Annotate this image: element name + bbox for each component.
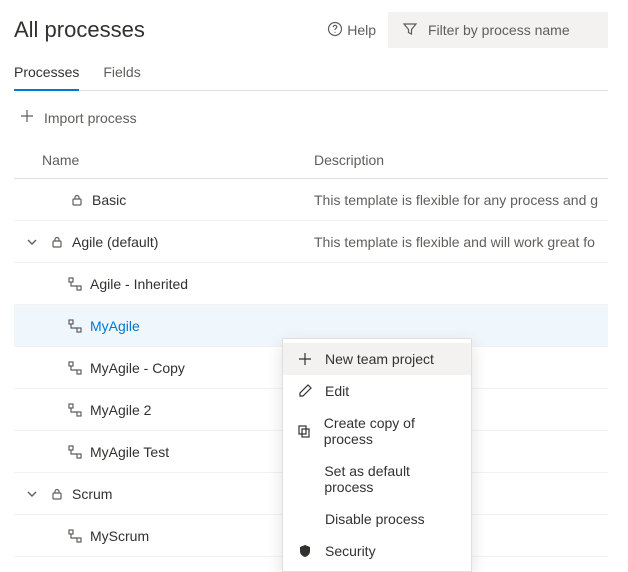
menu-label: Edit xyxy=(325,383,349,399)
header: All processes Help Filter xyxy=(14,12,608,48)
shield-icon xyxy=(297,544,313,558)
plus-icon xyxy=(297,352,313,366)
tab-fields[interactable]: Fields xyxy=(103,56,140,90)
menu-security[interactable]: Security xyxy=(283,535,471,567)
context-menu: New team project Edit Create copy of pro… xyxy=(282,338,472,572)
menu-disable-process[interactable]: Disable process xyxy=(283,503,471,535)
process-name[interactable]: Agile - Inherited xyxy=(90,276,188,292)
page-title: All processes xyxy=(14,17,145,43)
process-description: This template is flexible and will work … xyxy=(314,234,608,250)
lock-icon xyxy=(50,235,64,249)
process-description: ••• xyxy=(314,318,608,334)
tabs: Processes Fields xyxy=(14,56,608,91)
help-link[interactable]: Help xyxy=(327,21,376,40)
inherit-icon xyxy=(68,403,82,417)
filter-icon xyxy=(402,21,418,40)
inherit-icon xyxy=(68,445,82,459)
process-name[interactable]: MyAgile 2 xyxy=(90,402,151,418)
col-description: Description xyxy=(314,152,608,168)
table-row[interactable]: Agile (default) This template is flexibl… xyxy=(14,221,608,263)
menu-label: Security xyxy=(325,543,376,559)
table-row[interactable]: Basic This template is flexible for any … xyxy=(14,179,608,221)
filter-placeholder: Filter by process name xyxy=(428,22,570,38)
filter-input[interactable]: Filter by process name xyxy=(388,12,608,48)
help-label: Help xyxy=(347,22,376,38)
table-row[interactable]: Agile - Inherited xyxy=(14,263,608,305)
chevron-down-icon[interactable] xyxy=(22,487,42,501)
menu-label: Set as default process xyxy=(324,463,457,495)
menu-new-team-project[interactable]: New team project xyxy=(283,343,471,375)
process-description: This template is flexible for any proces… xyxy=(314,192,608,208)
process-name[interactable]: Basic xyxy=(92,192,126,208)
menu-create-copy[interactable]: Create copy of process xyxy=(283,407,471,455)
copy-icon xyxy=(297,424,312,438)
lock-icon xyxy=(70,193,84,207)
menu-label: Create copy of process xyxy=(324,415,457,447)
import-process-button[interactable]: Import process xyxy=(14,91,608,144)
inherit-icon xyxy=(68,529,82,543)
more-actions-button[interactable]: ••• xyxy=(314,318,320,334)
help-icon xyxy=(327,21,343,40)
plus-icon xyxy=(20,109,34,126)
inherit-icon xyxy=(68,277,82,291)
process-name[interactable]: MyAgile - Copy xyxy=(90,360,185,376)
menu-label: Disable process xyxy=(325,511,425,527)
process-name[interactable]: MyAgile Test xyxy=(90,444,169,460)
chevron-down-icon[interactable] xyxy=(22,235,42,249)
menu-label: New team project xyxy=(325,351,434,367)
menu-set-default[interactable]: Set as default process xyxy=(283,455,471,503)
header-actions: Help Filter by process name xyxy=(327,12,608,48)
col-name: Name xyxy=(14,152,314,168)
process-name[interactable]: Agile (default) xyxy=(72,234,158,250)
process-name[interactable]: MyScrum xyxy=(90,528,149,544)
tab-processes[interactable]: Processes xyxy=(14,56,79,90)
process-name[interactable]: Scrum xyxy=(72,486,112,502)
column-headers: Name Description xyxy=(14,144,608,179)
pencil-icon xyxy=(297,384,313,398)
import-label: Import process xyxy=(44,110,137,126)
process-name[interactable]: MyAgile xyxy=(90,318,140,334)
inherit-icon xyxy=(68,361,82,375)
inherit-icon xyxy=(68,319,82,333)
lock-icon xyxy=(50,487,64,501)
menu-edit[interactable]: Edit xyxy=(283,375,471,407)
